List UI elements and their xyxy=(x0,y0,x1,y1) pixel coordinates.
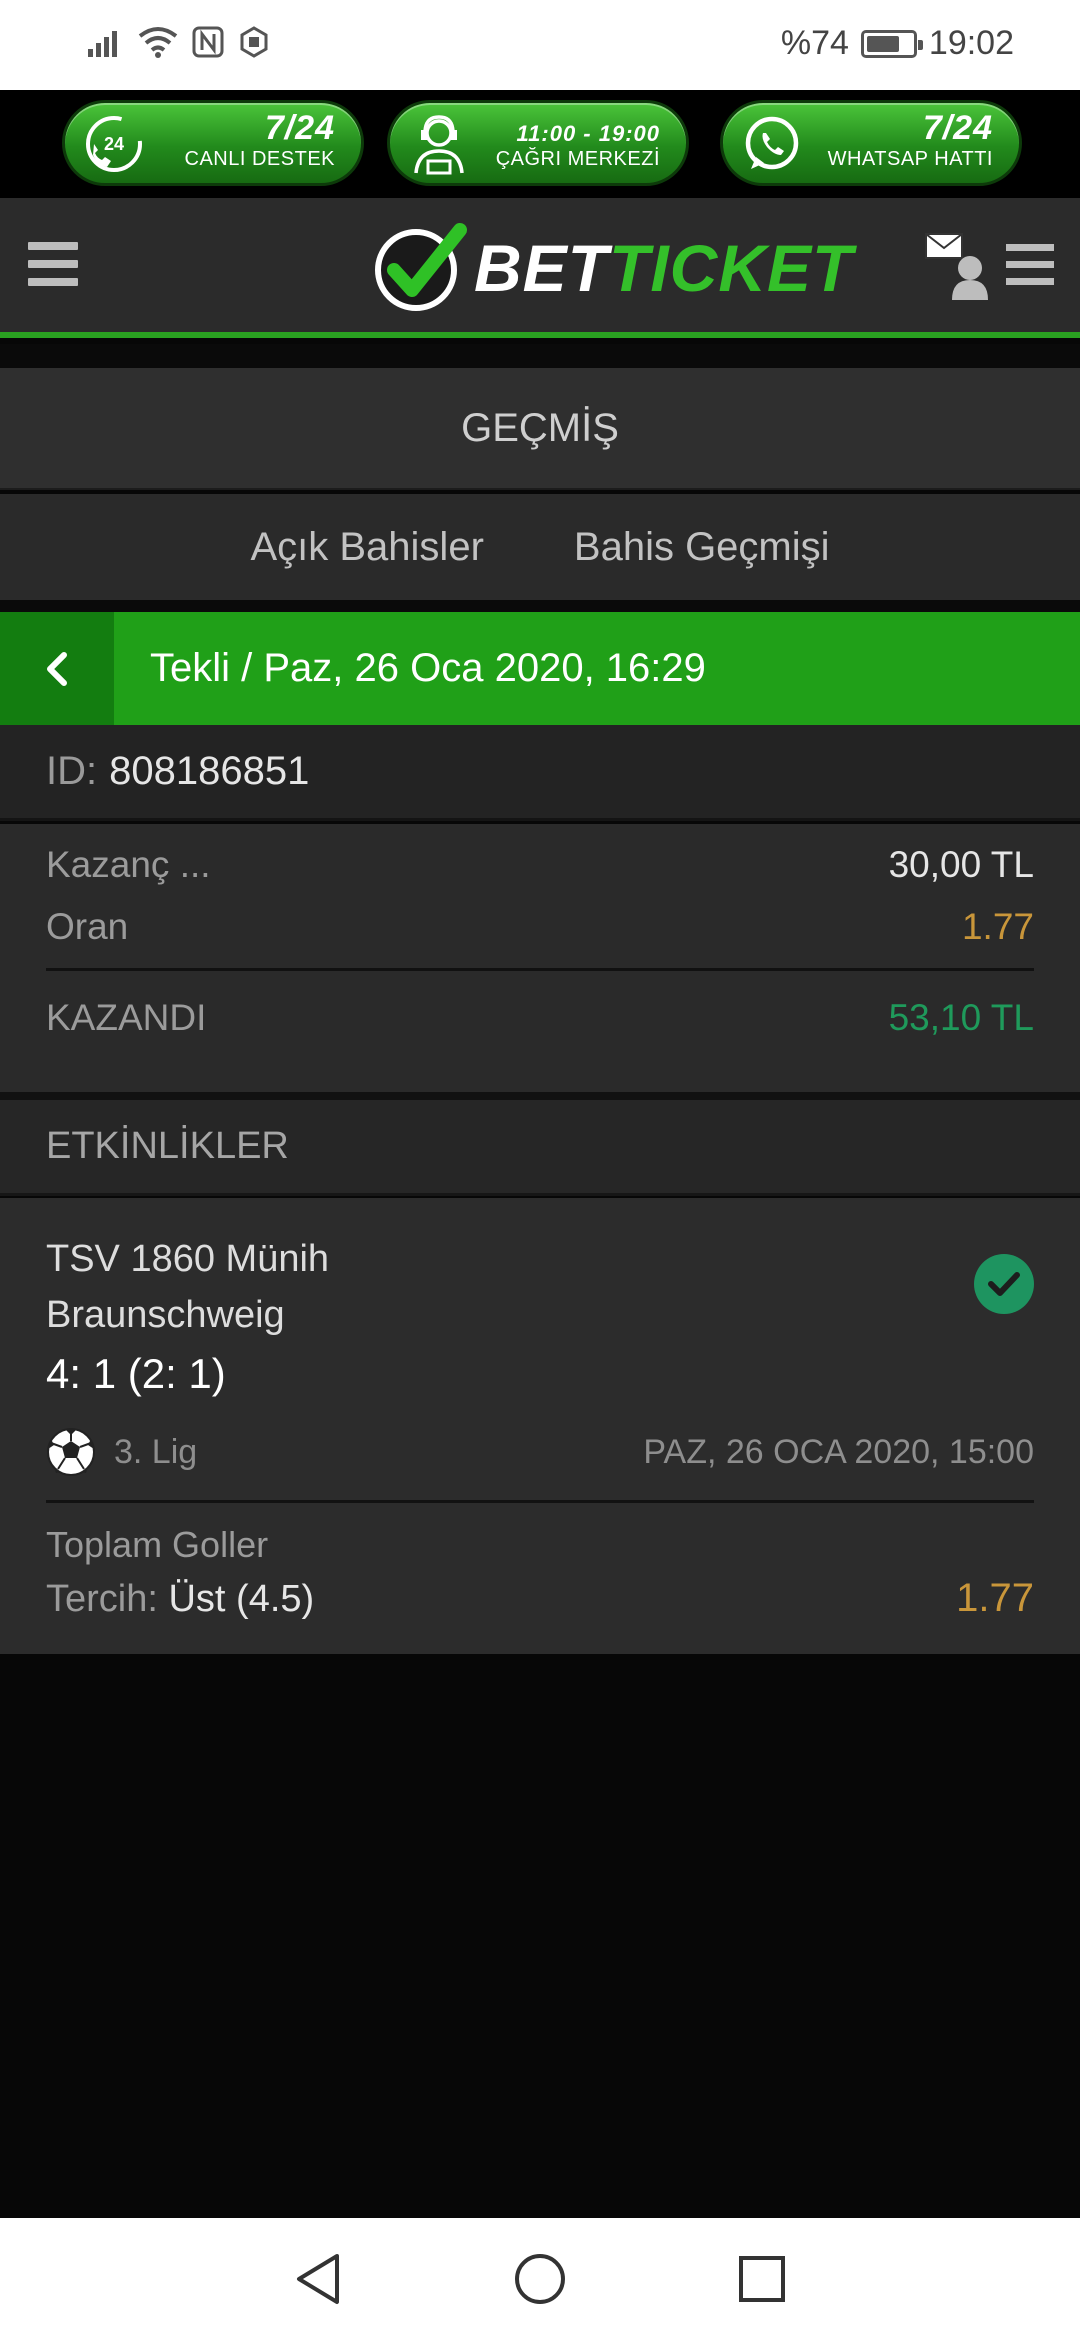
away-team: Braunschweig xyxy=(46,1294,285,1336)
nav-back-icon[interactable] xyxy=(293,2252,343,2306)
event-card: TSV 1860 Münih Braunschweig 4: 1 (2: 1) … xyxy=(0,1198,1080,1654)
tabs-spacer xyxy=(0,600,1080,612)
bet-title: Tekli / Paz, 26 Oca 2020, 16:29 xyxy=(150,646,706,690)
market-name: Toplam Goller xyxy=(46,1524,269,1565)
odds-value: 1.77 xyxy=(961,906,1034,947)
logo-check-icon xyxy=(375,223,467,311)
user-menu-button[interactable] xyxy=(924,232,1054,302)
logo-text: BETTICKET xyxy=(474,230,853,306)
live-support-hours: 7/24 xyxy=(264,109,335,147)
history-tabs: Açık Bahisler Bahis Geçmişi xyxy=(0,494,1080,600)
clock: 19:02 xyxy=(928,24,1014,62)
soccer-ball-icon xyxy=(47,1428,95,1476)
pick-odds: 1.77 xyxy=(956,1576,1034,1620)
chevron-left-icon xyxy=(47,651,67,686)
user-mail-icon xyxy=(925,233,988,300)
status-bar: %74 19:02 xyxy=(0,0,1080,90)
bet-header: Tekli / Paz, 26 Oca 2020, 16:29 xyxy=(0,612,1080,725)
signal-icon xyxy=(88,31,117,57)
live-support-label: CANLI DESTEK xyxy=(184,148,335,170)
page-title: GEÇMİŞ xyxy=(0,368,1080,490)
stake-row: Kazanç ... 30,00 TL xyxy=(46,834,1034,896)
svg-text:24: 24 xyxy=(104,134,124,154)
battery-percentage: %74 xyxy=(780,24,849,62)
tab-bet-history[interactable]: Bahis Geçmişi xyxy=(574,525,830,570)
result-value: 53,10 TL xyxy=(888,997,1034,1038)
odds-label: Oran xyxy=(46,906,129,947)
bet-id-label: ID: xyxy=(46,749,98,793)
odds-row: Oran 1.77 xyxy=(46,896,1034,958)
phone-24-icon: 24 xyxy=(79,109,149,179)
result-row: KAZANDI 53,10 TL xyxy=(46,987,1034,1049)
match-date: PAZ, 26 OCA 2020, 15:00 xyxy=(643,1432,1034,1471)
hamburger-menu-icon[interactable] xyxy=(28,242,78,292)
support-banner: 24 7/24 CANLI DESTEK 11:00 - 19:00 ÇAĞRI… xyxy=(0,90,1080,198)
live-support-button[interactable]: 24 7/24 CANLI DESTEK xyxy=(62,100,364,186)
battery-icon xyxy=(860,29,923,58)
league-name: 3. Lig xyxy=(114,1432,198,1471)
event-divider xyxy=(46,1500,1034,1503)
stake-label: Kazanç ... xyxy=(46,844,211,885)
logo-text-bet: BET xyxy=(474,231,609,305)
nav-home-icon[interactable] xyxy=(513,2252,567,2306)
result-label: KAZANDI xyxy=(46,997,207,1038)
stake-value: 30,00 TL xyxy=(888,844,1034,885)
pick-value: Üst (4.5) xyxy=(168,1578,315,1620)
account-menu-icon xyxy=(1006,244,1054,295)
system-nav-bar xyxy=(0,2218,1080,2340)
tab-open-bets[interactable]: Açık Bahisler xyxy=(250,525,483,570)
app-notification-icon xyxy=(240,26,268,58)
bet-id-value: 808186851 xyxy=(109,749,310,793)
pick-row: Tercih: Üst (4.5) xyxy=(46,1578,314,1621)
won-check-icon xyxy=(974,1254,1034,1314)
nfc-icon xyxy=(192,26,224,58)
match-score: 4: 1 (2: 1) xyxy=(46,1350,226,1397)
whatsapp-hours: 7/24 xyxy=(922,109,993,147)
home-team: TSV 1860 Münih xyxy=(46,1238,330,1280)
nav-recents-icon[interactable] xyxy=(737,2254,787,2304)
call-center-agent-icon xyxy=(404,109,474,179)
call-center-button[interactable]: 11:00 - 19:00 ÇAĞRI MERKEZİ xyxy=(387,100,689,186)
summary-spacer xyxy=(0,1092,1080,1100)
pick-label: Tercih: xyxy=(46,1578,158,1620)
whatsapp-icon xyxy=(737,109,807,179)
whatsapp-label: WHATSAP HATTI xyxy=(827,148,993,170)
site-logo[interactable]: BETTICKET xyxy=(372,222,853,314)
wifi-icon xyxy=(138,27,178,58)
events-title: ETKİNLİKLER xyxy=(0,1100,1080,1196)
call-center-hours: 11:00 - 19:00 xyxy=(516,121,660,146)
back-button[interactable] xyxy=(0,612,114,725)
whatsapp-line-button[interactable]: 7/24 WHATSAP HATTI xyxy=(720,100,1022,186)
call-center-label: ÇAĞRI MERKEZİ xyxy=(495,148,660,170)
header-spacer xyxy=(0,344,1080,368)
league-row: 3. Lig PAZ, 26 OCA 2020, 15:00 xyxy=(46,1424,1034,1480)
site-header: BETTICKET xyxy=(0,198,1080,338)
bet-id-row: ID: 808186851 xyxy=(0,725,1080,821)
bet-summary: Kazanç ... 30,00 TL Oran 1.77 KAZANDI 53… xyxy=(0,824,1080,1092)
logo-text-ticket: TICKET xyxy=(609,231,854,305)
summary-divider xyxy=(46,968,1034,971)
